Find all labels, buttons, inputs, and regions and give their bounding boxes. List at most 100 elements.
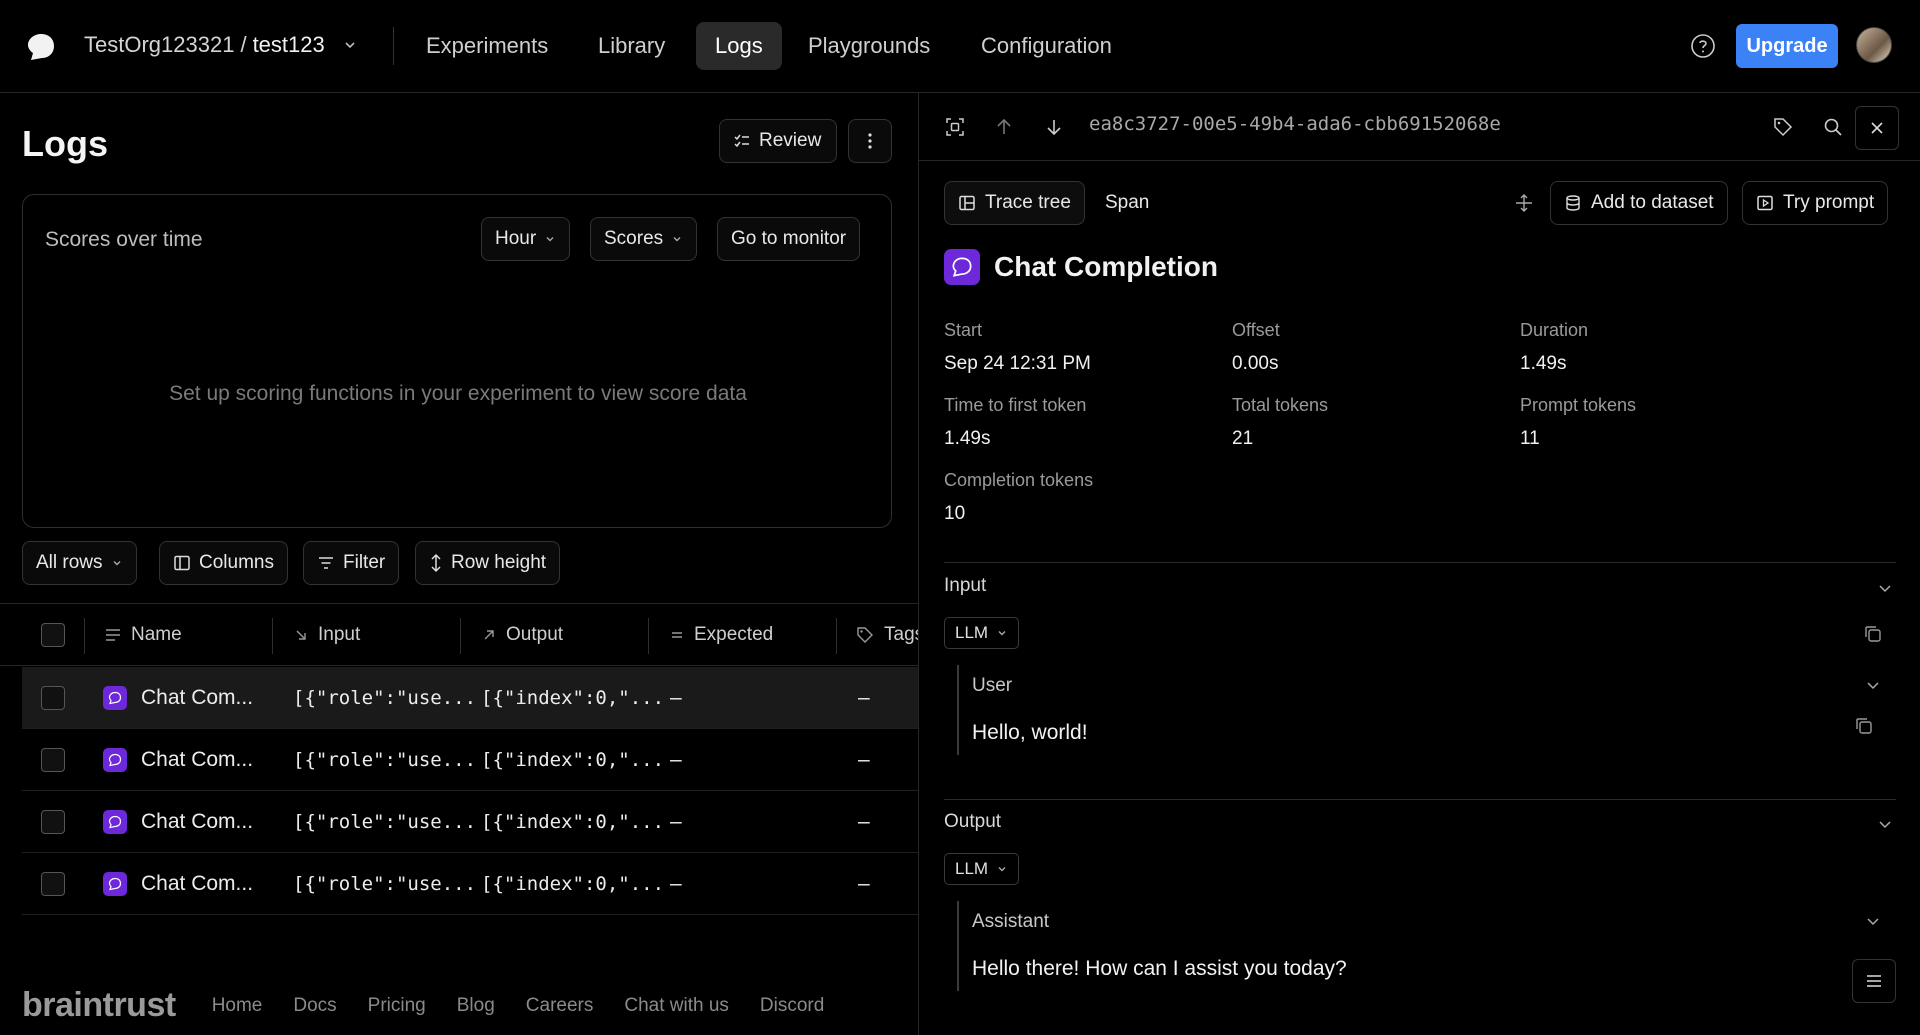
footer-link-discord[interactable]: Discord <box>760 995 824 1017</box>
column-tags[interactable]: Tags <box>856 604 918 666</box>
chevron-down-icon[interactable] <box>1874 813 1896 835</box>
nav-logs[interactable]: Logs <box>696 22 782 70</box>
next-button[interactable] <box>1034 107 1074 147</box>
org-project-switcher[interactable]: TestOrg123321 / test123 <box>84 32 357 58</box>
upgrade-button[interactable]: Upgrade <box>1736 24 1838 68</box>
footer-link-home[interactable]: Home <box>212 995 263 1017</box>
chevron-down-icon <box>673 237 681 242</box>
more-vertical-icon <box>868 133 872 149</box>
metric-value: 0.00s <box>1232 353 1279 374</box>
row-name-text: Chat Com... <box>141 872 254 895</box>
input-format-dropdown[interactable]: LLM <box>944 617 1020 649</box>
project-name: test123 <box>252 32 325 57</box>
metric-start: Start Sep 24 12:31 PM <box>944 320 1091 375</box>
output-section-title[interactable]: Output <box>944 811 1001 833</box>
try-prompt-button[interactable]: Try prompt <box>1742 181 1889 225</box>
row-expected: – <box>670 810 682 833</box>
metric-label: Time to first token <box>944 395 1087 415</box>
add-to-dataset-label: Add to dataset <box>1591 192 1714 213</box>
table-row[interactable]: Chat Com... [{"role":"use... [{"index":0… <box>22 667 918 729</box>
equals-icon <box>672 632 682 638</box>
metric-completion-tokens: Completion tokens 10 <box>944 470 1093 525</box>
scores-dropdown[interactable]: Scores <box>590 217 698 261</box>
add-to-dataset-button[interactable]: Add to dataset <box>1550 181 1728 225</box>
row-tags: – <box>858 872 870 895</box>
select-all-checkbox[interactable] <box>41 604 65 666</box>
review-button[interactable]: Review <box>719 119 837 163</box>
focus-button[interactable] <box>935 107 975 147</box>
search-button[interactable] <box>1813 107 1853 147</box>
metric-value: 1.49s <box>1520 353 1567 374</box>
help-icon[interactable] <box>1690 33 1716 59</box>
filter-button[interactable]: Filter <box>303 541 400 585</box>
text-icon <box>106 629 120 641</box>
output-message-role: Assistant <box>972 911 1050 932</box>
metric-value: 21 <box>1232 428 1254 449</box>
more-options-button[interactable] <box>848 119 892 163</box>
column-input[interactable]: Input <box>294 604 360 666</box>
previous-button[interactable] <box>984 107 1024 147</box>
nav-library[interactable]: Library <box>579 22 684 70</box>
row-checkbox[interactable] <box>41 791 65 853</box>
columns-button[interactable]: Columns <box>159 541 288 585</box>
footer-link-docs[interactable]: Docs <box>293 995 336 1017</box>
copy-icon[interactable] <box>1853 715 1875 737</box>
close-icon <box>1871 122 1883 134</box>
row-height-button[interactable]: Row height <box>415 541 561 585</box>
focus-icon <box>946 118 964 136</box>
chevron-down-icon[interactable] <box>1874 577 1896 599</box>
footer-link-chat[interactable]: Chat with us <box>624 995 729 1017</box>
table-row[interactable]: Chat Com... [{"role":"use... [{"index":0… <box>22 729 918 791</box>
row-checkbox[interactable] <box>41 729 65 791</box>
tab-trace-tree[interactable]: Trace tree <box>944 181 1085 225</box>
scores-chart-card: Scores over time Hour Scores Go to monit… <box>22 194 892 528</box>
nav-configuration[interactable]: Configuration <box>962 22 1131 70</box>
metric-value: Sep 24 12:31 PM <box>944 353 1091 374</box>
column-name[interactable]: Name <box>105 604 182 666</box>
table-row[interactable]: Chat Com... [{"role":"use... [{"index":0… <box>22 853 918 915</box>
column-expected[interactable]: Expected <box>670 604 773 666</box>
hour-dropdown[interactable]: Hour <box>481 217 571 261</box>
row-name: Chat Com... <box>103 667 283 729</box>
tab-span[interactable]: Span <box>1091 181 1163 225</box>
column-output[interactable]: Output <box>482 604 563 666</box>
chevron-down-icon <box>345 42 355 49</box>
footer-link-blog[interactable]: Blog <box>457 995 495 1017</box>
go-to-monitor-button[interactable]: Go to monitor <box>717 217 861 261</box>
columns-label: Columns <box>199 552 274 573</box>
scores-label: Scores <box>604 228 664 249</box>
metric-time-to-first-token: Time to first token 1.49s <box>944 395 1086 450</box>
input-section-title[interactable]: Input <box>944 575 986 597</box>
row-checkbox[interactable] <box>41 667 65 729</box>
chevron-down-icon[interactable] <box>1862 674 1884 696</box>
menu-button[interactable] <box>1852 959 1896 1003</box>
try-prompt-label: Try prompt <box>1783 192 1875 213</box>
footer: braintrust Home Docs Pricing Blog Career… <box>22 986 855 1025</box>
expand-button[interactable] <box>1504 183 1544 223</box>
nav-playgrounds[interactable]: Playgrounds <box>789 22 949 70</box>
footer-link-careers[interactable]: Careers <box>526 995 594 1017</box>
all-rows-dropdown[interactable]: All rows <box>22 541 137 585</box>
row-output: [{"index":0,"... <box>481 749 665 771</box>
row-checkbox[interactable] <box>41 853 65 915</box>
braintrust-logo-icon[interactable] <box>26 32 56 62</box>
tag-button[interactable] <box>1763 107 1803 147</box>
chat-bubble-icon <box>103 810 127 834</box>
close-button[interactable] <box>1855 106 1899 150</box>
top-nav: TestOrg123321 / test123 Experiments Libr… <box>0 0 1920 93</box>
tag-icon <box>1774 118 1793 137</box>
copy-icon[interactable] <box>1862 623 1884 645</box>
metric-value: 10 <box>944 503 966 524</box>
filter-icon <box>319 557 333 569</box>
output-format-dropdown[interactable]: LLM <box>944 853 1020 885</box>
avatar[interactable] <box>1856 27 1892 63</box>
braintrust-wordmark[interactable]: braintrust <box>22 986 176 1025</box>
metric-duration: Duration 1.49s <box>1520 320 1588 375</box>
nav-experiments[interactable]: Experiments <box>407 22 567 70</box>
table-row[interactable]: Chat Com... [{"role":"use... [{"index":0… <box>22 791 918 853</box>
section-divider <box>944 799 1896 800</box>
chevron-down-icon[interactable] <box>1862 910 1884 932</box>
hour-label: Hour <box>495 228 537 249</box>
message-bar <box>957 901 959 991</box>
footer-link-pricing[interactable]: Pricing <box>368 995 426 1017</box>
